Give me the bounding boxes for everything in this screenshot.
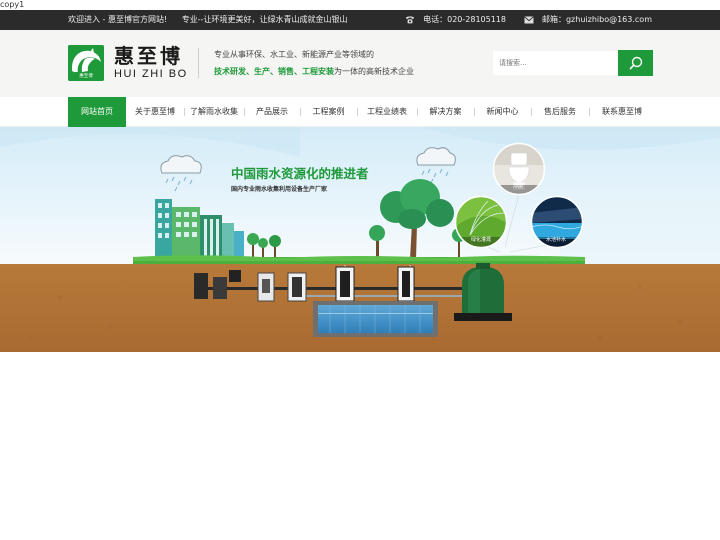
- slogan-line-1: 专业从事环保、水工业、新能源产业等领域的: [214, 50, 374, 59]
- header-divider: [198, 48, 199, 78]
- nav-item-service[interactable]: 售后服务: [531, 97, 589, 127]
- nav-list: 网站首页 关于惠至博 了解雨水收集 产品展示 工程案例 工程业绩表 解决方案 新…: [68, 97, 655, 127]
- top-bar-left: 欢迎进入 - 惠至博官方网站! 专业--让环境更美好，让绿水青山成就金山银山: [68, 10, 348, 30]
- circle-label-pool: 水池补水: [546, 237, 567, 243]
- search-icon: [629, 56, 642, 70]
- slogan-highlight: 技术研发、生产、销售、工程安装: [214, 67, 334, 76]
- nav-item-performance[interactable]: 工程业绩表: [357, 97, 417, 127]
- nav-item-news[interactable]: 新闻中心: [474, 97, 531, 127]
- slogan-line-2: 技术研发、生产、销售、工程安装为一体的高新技术企业: [214, 67, 414, 77]
- site-header: 惠至博 惠至博 HUI ZHI BO 专业从事环保、水工业、新能源产业等领域的 …: [0, 30, 720, 97]
- tagline-text: 专业--让环境更美好，让绿水青山成就金山银山: [181, 15, 348, 24]
- circle-label-toilet: 冲厕: [513, 184, 524, 190]
- welcome-text: 欢迎进入 - 惠至博官方网站!: [68, 15, 168, 24]
- hero-banner[interactable]: 中国雨水资源化的推进者 国内专业雨水收集利用设备生产厂家 冲厕 绿化灌溉 水池补…: [0, 127, 720, 352]
- phone-icon: [406, 16, 415, 24]
- nav-item-rainwater[interactable]: 了解雨水收集: [184, 97, 244, 127]
- horse-logo-icon[interactable]: 惠至博: [68, 45, 104, 81]
- page-label: copy1: [0, 0, 25, 9]
- search-button[interactable]: [618, 50, 653, 76]
- logo-english-name: HUI ZHI BO: [114, 68, 188, 80]
- nav-item-home[interactable]: 网站首页: [68, 97, 126, 127]
- logo-badge-text: 惠至博: [79, 72, 93, 79]
- email-contact: 邮箱：gzhuizhibo@163.com: [524, 10, 652, 30]
- nav-item-products[interactable]: 产品展示: [244, 97, 300, 127]
- mail-icon: [524, 16, 534, 24]
- phone-contact: 电话：020-28105118: [405, 10, 506, 30]
- banner-title: 中国雨水资源化的推进者: [231, 166, 369, 181]
- top-bar-right: 电话：020-28105118 邮箱：gzhuizhibo@163.com: [405, 10, 652, 30]
- circle-label-greening: 绿化灌溉: [471, 237, 492, 243]
- nav-item-cases[interactable]: 工程案例: [300, 97, 357, 127]
- email-link[interactable]: 邮箱：gzhuizhibo@163.com: [542, 10, 652, 30]
- nav-item-solutions[interactable]: 解决方案: [417, 97, 474, 127]
- nav-item-contact[interactable]: 联系惠至博: [589, 97, 655, 127]
- main-nav: 网站首页 关于惠至博 了解雨水收集 产品展示 工程案例 工程业绩表 解决方案 新…: [0, 97, 720, 127]
- slogan-rest: 为一体的高新技术企业: [334, 67, 414, 76]
- phone-text: 电话：020-28105118: [423, 15, 506, 24]
- search-input[interactable]: [493, 51, 618, 75]
- logo-chinese-name: 惠至博: [114, 44, 183, 68]
- top-bar: 欢迎进入 - 惠至博官方网站! 专业--让环境更美好，让绿水青山成就金山银山 电…: [0, 10, 720, 30]
- nav-item-about[interactable]: 关于惠至博: [126, 97, 184, 127]
- banner-illustration: [0, 127, 720, 352]
- banner-subtitle: 国内专业雨水收集利用设备生产厂家: [231, 186, 328, 193]
- water-storage-module: [313, 301, 438, 337]
